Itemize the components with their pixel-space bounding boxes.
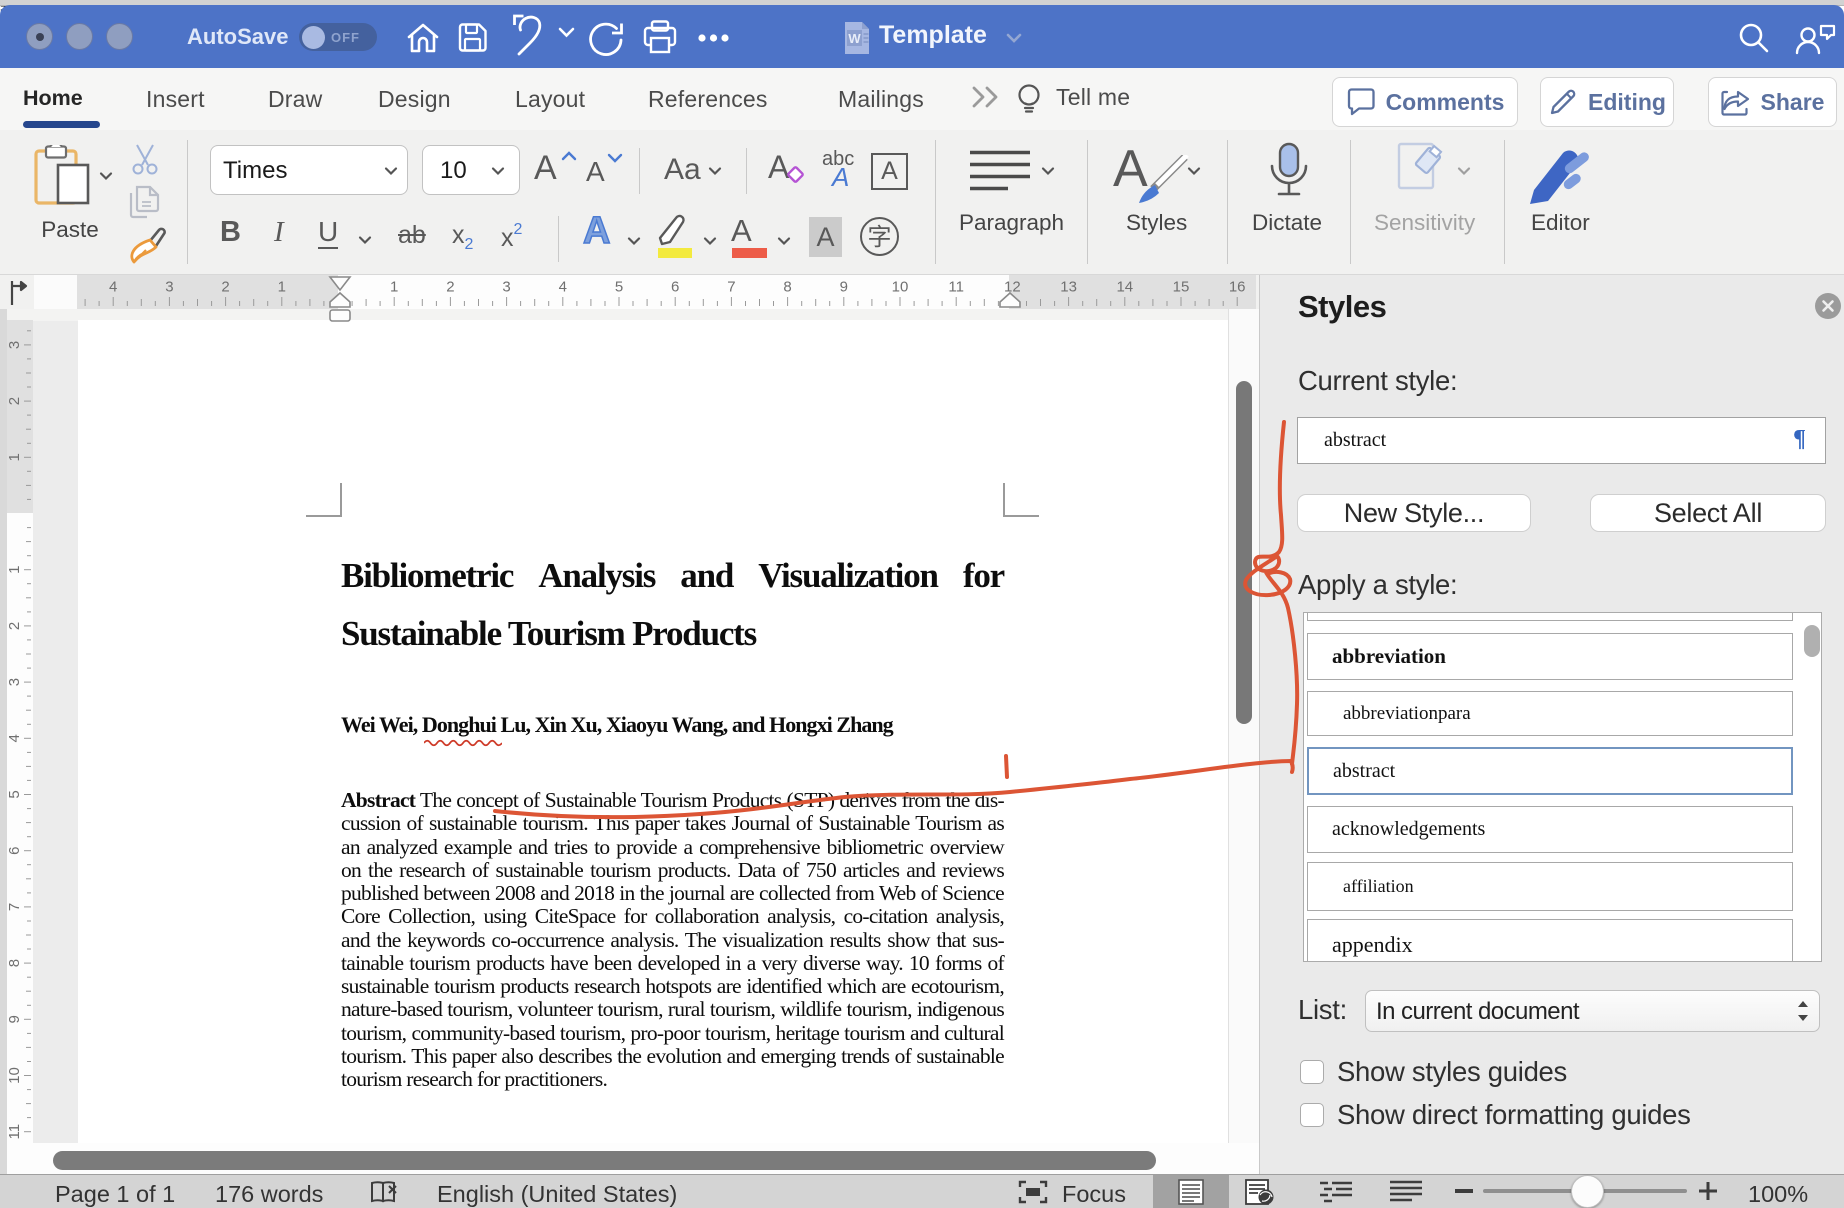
svg-text:5: 5 bbox=[7, 790, 23, 798]
svg-text:3: 3 bbox=[7, 341, 23, 349]
svg-text:9: 9 bbox=[7, 1015, 23, 1023]
svg-text:8: 8 bbox=[783, 279, 791, 296]
svg-text:6: 6 bbox=[7, 847, 23, 855]
svg-text:16: 16 bbox=[1229, 279, 1246, 296]
svg-text:11: 11 bbox=[948, 279, 964, 296]
svg-text:10: 10 bbox=[7, 1067, 23, 1084]
svg-text:2: 2 bbox=[7, 397, 23, 405]
svg-text:4: 4 bbox=[7, 734, 23, 742]
svg-text:11: 11 bbox=[7, 1124, 23, 1140]
svg-text:3: 3 bbox=[7, 678, 23, 686]
svg-text:5: 5 bbox=[615, 279, 623, 296]
svg-text:4: 4 bbox=[559, 279, 567, 296]
svg-text:2: 2 bbox=[446, 279, 454, 296]
svg-text:10: 10 bbox=[892, 279, 909, 296]
svg-text:W: W bbox=[848, 31, 861, 46]
svg-text:6: 6 bbox=[671, 279, 679, 296]
svg-text:1: 1 bbox=[7, 566, 23, 574]
svg-text:1: 1 bbox=[390, 279, 398, 296]
svg-text:2: 2 bbox=[221, 279, 229, 296]
svg-text:2: 2 bbox=[7, 622, 23, 630]
svg-text:13: 13 bbox=[1060, 279, 1077, 296]
svg-text:8: 8 bbox=[7, 959, 23, 967]
svg-text:3: 3 bbox=[502, 279, 510, 296]
svg-text:3: 3 bbox=[165, 279, 173, 296]
svg-text:1: 1 bbox=[278, 279, 286, 296]
svg-text:7: 7 bbox=[7, 903, 23, 911]
svg-text:1: 1 bbox=[7, 453, 23, 461]
svg-text:14: 14 bbox=[1116, 279, 1133, 296]
svg-text:7: 7 bbox=[727, 279, 735, 296]
svg-text:9: 9 bbox=[840, 279, 848, 296]
svg-text:4: 4 bbox=[109, 279, 117, 296]
svg-text:15: 15 bbox=[1173, 279, 1190, 296]
